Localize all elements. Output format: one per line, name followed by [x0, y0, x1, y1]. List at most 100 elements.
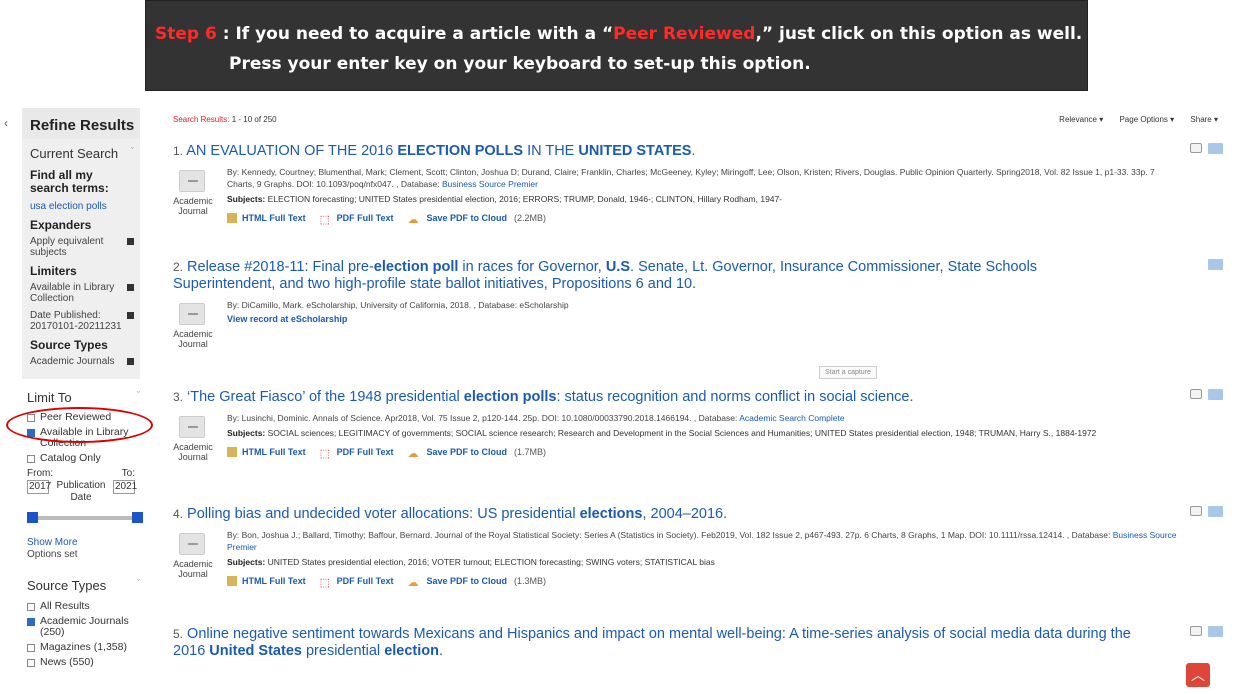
- checkbox-label: News (550): [40, 656, 94, 668]
- title-part: election polls: [463, 389, 557, 405]
- chevron-down-icon[interactable]: ˇ: [137, 390, 140, 405]
- result-number: 3.: [173, 390, 184, 404]
- html-full-text-link[interactable]: HTML Full Text: [242, 576, 306, 586]
- checkbox-icon[interactable]: [27, 644, 35, 652]
- preview-icon[interactable]: [1190, 626, 1202, 636]
- share-dropdown[interactable]: Share ▾: [1190, 115, 1218, 124]
- result-body: Academic Journal By: Kennedy, Courtney; …: [173, 166, 1183, 226]
- limiter-label: Available in Library Collection: [30, 282, 115, 304]
- save-pdf-cloud-link[interactable]: Save PDF to Cloud: [427, 447, 508, 457]
- folder-icon[interactable]: [1208, 259, 1223, 270]
- pdf-icon: ⬚: [319, 577, 331, 589]
- pdf-full-text-link[interactable]: PDF Full Text: [337, 576, 394, 586]
- current-search-panel: Current Search ˇ Find all my search terms…: [22, 139, 140, 379]
- checkbox-icon[interactable]: [27, 603, 35, 611]
- limit-to-label: Limit To: [27, 390, 72, 405]
- catalog-only-checkbox[interactable]: Catalog Only: [27, 453, 140, 464]
- collapse-sidebar-handle[interactable]: ‹: [4, 116, 8, 130]
- slider-handle-start[interactable]: [27, 512, 38, 523]
- news-checkbox[interactable]: News (550): [27, 657, 140, 668]
- results-main: Search Results: 1 - 10 of 250 Relevance …: [173, 108, 1223, 694]
- html-icon: [227, 447, 237, 457]
- magazines-checkbox[interactable]: Magazines (1,358): [27, 642, 140, 653]
- limit-to-header[interactable]: Limit To ˇ: [27, 390, 140, 405]
- start-capture-button[interactable]: Start a capture: [819, 366, 877, 379]
- preview-icon[interactable]: [1190, 143, 1202, 153]
- chevron-down-icon[interactable]: ˇ: [131, 146, 134, 161]
- result-title[interactable]: 1. AN EVALUATION OF THE 2016 ELECTION PO…: [173, 143, 1233, 160]
- date-range-labels: From: To:: [27, 468, 135, 479]
- page-options-dropdown[interactable]: Page Options ▾: [1119, 115, 1174, 124]
- result-title[interactable]: 5. Online negative sentiment towards Mex…: [173, 626, 1153, 660]
- checkbox-label: All Results: [40, 600, 90, 612]
- options-set-text: Options set: [27, 549, 78, 560]
- expander-label: Apply equivalent subjects: [30, 236, 104, 258]
- html-full-text-link[interactable]: HTML Full Text: [242, 447, 306, 457]
- date-range-slider[interactable]: [27, 512, 143, 524]
- result-body: Academic Journal By: Lusinchi, Dominic. …: [173, 412, 1183, 462]
- title-part: , 2004–2016.: [642, 506, 728, 522]
- result-title[interactable]: 2. Release #2018-11: Final pre-election …: [173, 259, 1083, 293]
- save-pdf-cloud-link[interactable]: Save PDF to Cloud: [427, 576, 508, 586]
- show-more-link[interactable]: Show More: [27, 537, 140, 548]
- title-part: election: [384, 643, 439, 659]
- subjects-text: UNITED States presidential election, 201…: [267, 557, 715, 567]
- checkbox-icon[interactable]: [27, 659, 35, 667]
- checkbox-icon[interactable]: [27, 455, 35, 463]
- source-types-heading: Source Types: [30, 338, 108, 352]
- source-type-label: Academic Journals: [30, 356, 115, 367]
- checkbox-checked-icon[interactable]: [27, 618, 35, 626]
- folder-icon[interactable]: [1208, 506, 1223, 517]
- from-year-input[interactable]: 2017: [27, 480, 51, 494]
- cloud-icon: ☁: [407, 448, 419, 460]
- scroll-to-top-button[interactable]: ︿: [1186, 663, 1210, 687]
- result-links: HTML Full Text ⬚ PDF Full Text ☁ Save PDF …: [227, 447, 1183, 460]
- html-full-text-link[interactable]: HTML Full Text: [242, 213, 306, 223]
- folder-icon[interactable]: [1208, 143, 1223, 154]
- title-part: in races for Governor,: [458, 259, 606, 275]
- remove-icon[interactable]: [127, 312, 134, 319]
- slider-handle-end[interactable]: [132, 512, 143, 523]
- checkbox-label: Academic Journals (250): [40, 615, 129, 638]
- database-link[interactable]: Business Source Premier: [442, 179, 538, 189]
- meta-text: By: Lusinchi, Dominic. Annals of Science…: [227, 413, 740, 423]
- current-search-header[interactable]: Current Search ˇ: [30, 146, 134, 161]
- checkbox-label: Catalog Only: [40, 452, 101, 464]
- title-part: elections: [579, 506, 643, 522]
- banner-line-2: Press your enter key on your keyboard to…: [229, 54, 811, 74]
- limiter-label: Date Published: 20170101-20211231: [30, 310, 122, 332]
- save-pdf-cloud-link[interactable]: Save PDF to Cloud: [427, 213, 508, 223]
- pdf-full-text-link[interactable]: PDF Full Text: [337, 213, 394, 223]
- title-part: Release #2018-11: Final pre-: [183, 259, 374, 275]
- result-item: 5. Online negative sentiment towards Mex…: [173, 626, 1233, 660]
- publication-type: Academic Journal: [173, 559, 213, 579]
- chevron-down-icon[interactable]: ˇ: [137, 578, 140, 593]
- relevance-dropdown[interactable]: Relevance ▾: [1059, 115, 1103, 124]
- pdf-full-text-link[interactable]: PDF Full Text: [337, 447, 394, 457]
- publication-type: Academic Journal: [173, 329, 213, 349]
- banner-line-1: Step 6 : If you need to acquire a articl…: [155, 24, 1082, 44]
- academic-journals-checkbox[interactable]: Academic Journals (250): [27, 616, 140, 638]
- result-title[interactable]: 3. ‘The Great Fiasco’ of the 1948 presid…: [173, 389, 1233, 406]
- all-results-checkbox[interactable]: All Results: [27, 601, 140, 612]
- folder-icon[interactable]: [1208, 626, 1223, 637]
- source-type-item: Academic Journals: [30, 356, 134, 367]
- view-record-link[interactable]: View record at eScholarship: [227, 314, 1233, 324]
- expanders-heading: Expanders: [30, 218, 92, 232]
- source-types-filter-header[interactable]: Source Types ˇ: [27, 578, 140, 593]
- search-term-link[interactable]: usa election polls: [30, 201, 134, 212]
- database-link[interactable]: Academic Search Complete: [739, 413, 844, 423]
- result-subjects: Subjects: ELECTION forecasting; UNITED S…: [227, 193, 1183, 205]
- document-icon: [179, 533, 205, 555]
- remove-icon[interactable]: [127, 284, 134, 291]
- preview-icon[interactable]: [1190, 506, 1202, 516]
- remove-icon[interactable]: [127, 238, 134, 245]
- preview-icon[interactable]: [1190, 389, 1202, 399]
- to-year-input[interactable]: 2021: [113, 480, 137, 494]
- html-icon: [227, 576, 237, 586]
- html-icon: [227, 213, 237, 223]
- result-title[interactable]: 4. Polling bias and undecided voter allo…: [173, 506, 1233, 523]
- remove-icon[interactable]: [127, 358, 134, 365]
- title-part: .: [438, 643, 444, 659]
- folder-icon[interactable]: [1208, 389, 1223, 400]
